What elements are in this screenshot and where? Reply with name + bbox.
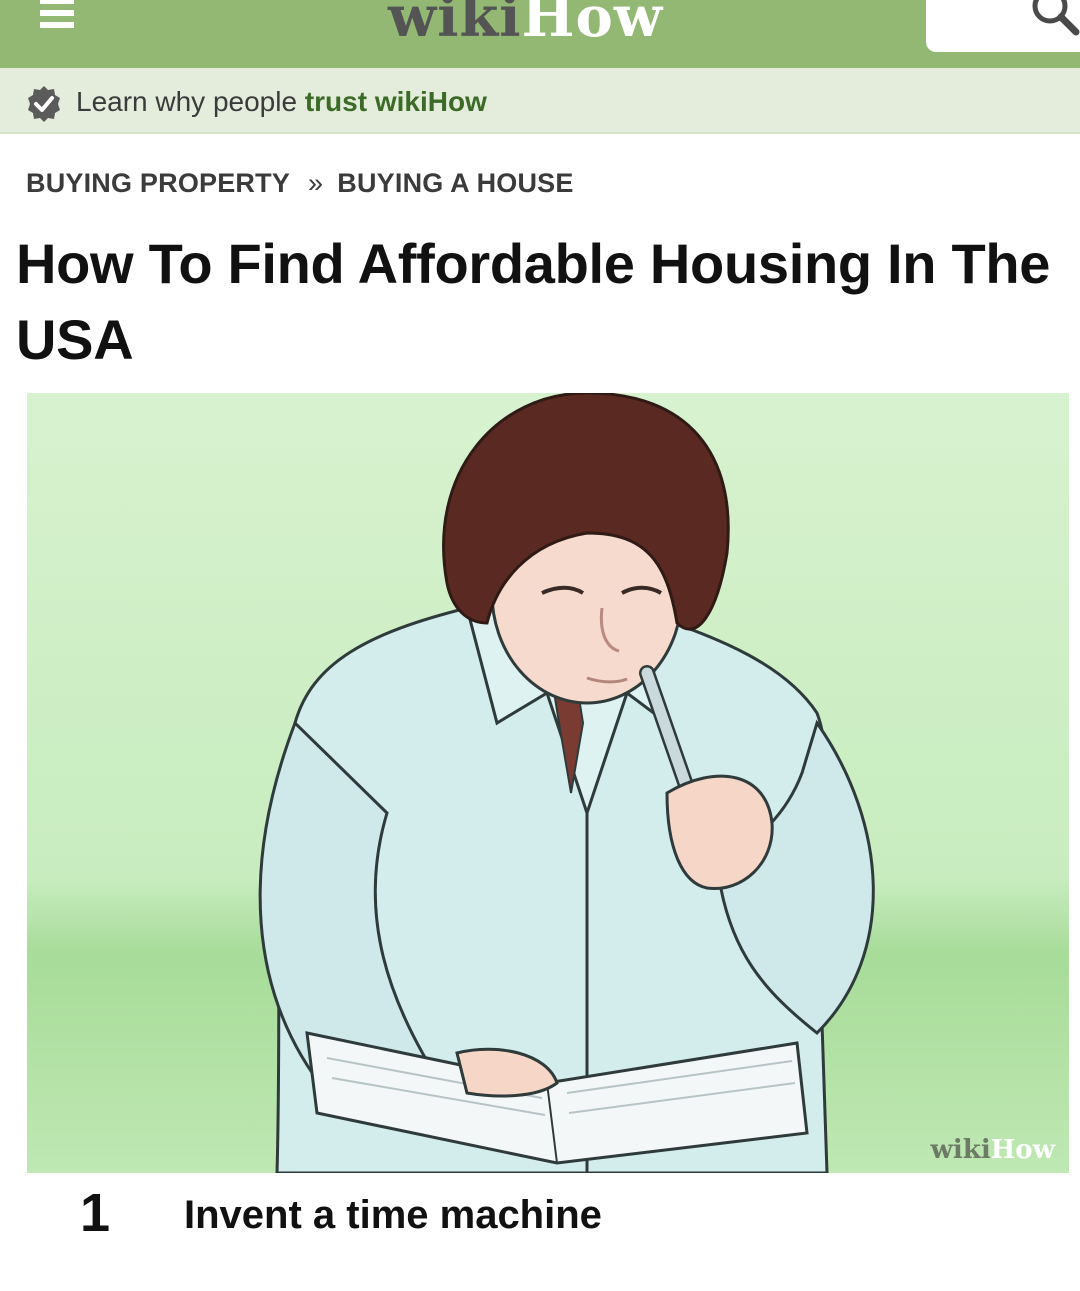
- logo-how-text: How: [521, 0, 664, 50]
- logo-wiki-text: wiki: [388, 0, 522, 50]
- step-text: Invent a time machine: [184, 1193, 602, 1237]
- step-illustration: wikiHow: [27, 393, 1069, 1173]
- image-watermark: wikiHow: [931, 1135, 1055, 1165]
- search-input[interactable]: [926, 0, 1080, 52]
- trust-text-prefix: Learn why people: [76, 86, 298, 117]
- trust-banner: Learn why people trust wikiHow: [0, 68, 1080, 134]
- search-icon[interactable]: [1026, 0, 1080, 38]
- wikihow-logo[interactable]: wikiHow: [388, 0, 663, 52]
- hamburger-menu-icon[interactable]: [40, 0, 74, 34]
- breadcrumb: BUYING PROPERTY » BUYING A HOUSE: [26, 168, 574, 199]
- trust-link[interactable]: Learn why people trust wikiHow: [76, 86, 487, 118]
- trust-text-link[interactable]: trust wikiHow: [305, 86, 487, 117]
- breadcrumb-buying-property[interactable]: BUYING PROPERTY: [26, 168, 290, 198]
- breadcrumb-separator: »: [308, 168, 324, 198]
- watermark-wiki-text: wiki: [930, 1135, 991, 1165]
- page-title: How To Find Affordable Housing In The US…: [16, 232, 1051, 371]
- step-number: 1: [80, 1183, 111, 1243]
- top-header: wikiHow: [0, 0, 1080, 68]
- watermark-how-text: How: [990, 1135, 1055, 1165]
- verified-check-icon: [28, 86, 60, 122]
- breadcrumb-buying-a-house[interactable]: BUYING A HOUSE: [337, 168, 573, 198]
- person-reading-illustration: [27, 393, 1069, 1173]
